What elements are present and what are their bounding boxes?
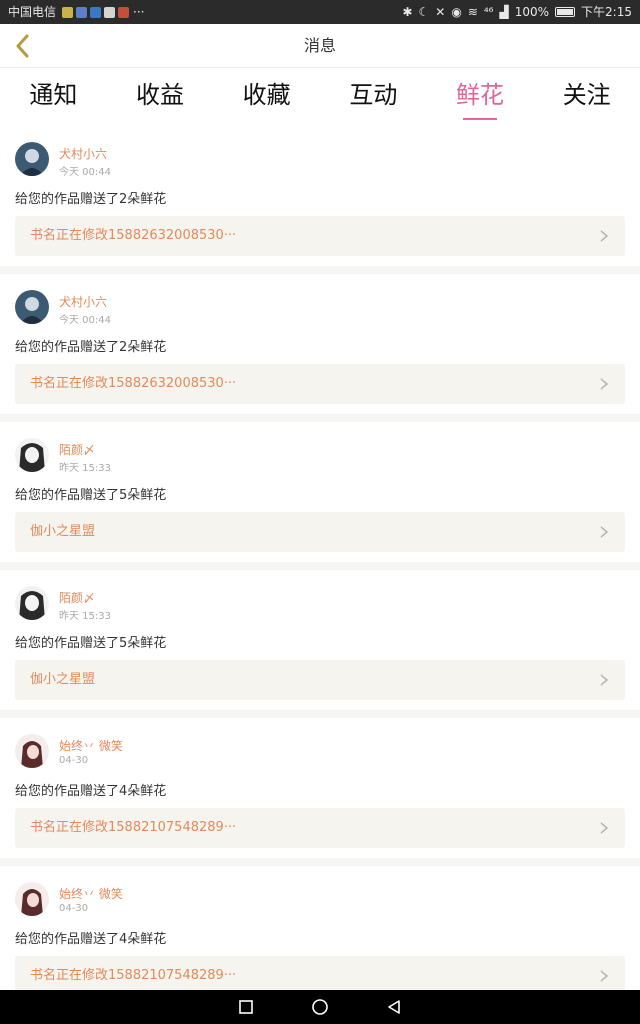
battery-percent: 100% bbox=[514, 5, 550, 19]
status-bar: 中国电信 ··· ✱ ☾ ✕ ◉ ≋ ⁴⁶ ▟ 100% 下午2:15 bbox=[0, 0, 640, 24]
chevron-right-icon bbox=[600, 230, 609, 242]
sender-name[interactable]: 犬村小六 bbox=[59, 145, 107, 162]
book-link[interactable]: 书名正在修改15882107548289··· bbox=[15, 808, 625, 848]
home-circle-icon[interactable] bbox=[310, 997, 330, 1017]
message-time: 04-30 bbox=[59, 903, 89, 914]
book-title: 伽小之星盟 bbox=[30, 672, 96, 687]
status-left: 中国电信 ··· bbox=[8, 0, 144, 24]
signal-icon: ▟ bbox=[499, 5, 509, 19]
message-time: 今天 00:44 bbox=[59, 167, 111, 178]
message-text: 给您的作品赠送了4朵鲜花 bbox=[15, 932, 167, 947]
chevron-right-icon bbox=[600, 378, 609, 390]
book-link[interactable]: 书名正在修改15882632008530··· bbox=[15, 364, 625, 404]
chevron-right-icon bbox=[600, 526, 609, 538]
book-title: 书名正在修改15882632008530··· bbox=[30, 228, 237, 243]
system-nav-bar bbox=[0, 990, 640, 1024]
tab-favorites[interactable]: 收藏 bbox=[213, 68, 320, 126]
top-header: 消息 bbox=[0, 24, 640, 68]
message-text: 给您的作品赠送了2朵鲜花 bbox=[15, 192, 167, 207]
avatar[interactable] bbox=[15, 438, 49, 472]
wifi-icon: ≋ bbox=[467, 5, 478, 19]
book-link[interactable]: 伽小之星盟 bbox=[15, 512, 625, 552]
message-list[interactable]: 犬村小六 今天 00:44 给您的作品赠送了2朵鲜花 书名正在修改1588263… bbox=[0, 126, 640, 990]
book-title: 书名正在修改15882107548289··· bbox=[30, 968, 237, 983]
message-time: 昨天 15:33 bbox=[59, 611, 111, 622]
sender-name[interactable]: 陌颜〆 bbox=[59, 589, 95, 606]
book-title: 书名正在修改15882107548289··· bbox=[30, 820, 237, 835]
signal-label: ⁴⁶ bbox=[483, 5, 494, 19]
eye-icon: ◉ bbox=[451, 5, 462, 19]
moon-icon: ☾ bbox=[418, 5, 430, 19]
app-icon bbox=[90, 6, 102, 18]
lightbulb-icon bbox=[62, 6, 74, 18]
battery-icon bbox=[555, 7, 576, 17]
book-title: 伽小之星盟 bbox=[30, 524, 96, 539]
tab-bar: 通知 收益 收藏 互动 鲜花 关注 bbox=[0, 68, 640, 126]
tab-interactions[interactable]: 互动 bbox=[320, 68, 427, 126]
tab-notifications[interactable]: 通知 bbox=[0, 68, 107, 126]
app-icon bbox=[118, 6, 130, 18]
avatar[interactable] bbox=[15, 882, 49, 916]
message-time: 昨天 15:33 bbox=[59, 463, 111, 474]
message-text: 给您的作品赠送了5朵鲜花 bbox=[15, 636, 167, 651]
mute-icon: ✕ bbox=[435, 5, 446, 19]
back-triangle-icon[interactable] bbox=[384, 997, 404, 1017]
chevron-right-icon bbox=[600, 674, 609, 686]
list-item: 犬村小六 今天 00:44 给您的作品赠送了2朵鲜花 书名正在修改1588263… bbox=[0, 126, 640, 266]
book-title: 书名正在修改15882632008530··· bbox=[30, 376, 237, 391]
status-right: ✱ ☾ ✕ ◉ ≋ ⁴⁶ ▟ 100% 下午2:15 bbox=[402, 0, 632, 24]
recent-square-icon[interactable] bbox=[236, 997, 256, 1017]
list-item: 始终丷 微笑 04-30 给您的作品赠送了4朵鲜花 书名正在修改15882107… bbox=[0, 866, 640, 990]
avatar[interactable] bbox=[15, 734, 49, 768]
sender-name[interactable]: 犬村小六 bbox=[59, 293, 107, 310]
list-item: 陌颜〆 昨天 15:33 给您的作品赠送了5朵鲜花 伽小之星盟 bbox=[0, 422, 640, 562]
message-time: 今天 00:44 bbox=[59, 315, 111, 326]
avatar[interactable] bbox=[15, 290, 49, 324]
list-item: 犬村小六 今天 00:44 给您的作品赠送了2朵鲜花 书名正在修改1588263… bbox=[0, 274, 640, 414]
avatar[interactable] bbox=[15, 142, 49, 176]
notification-icons bbox=[62, 6, 130, 18]
list-item: 陌颜〆 昨天 15:33 给您的作品赠送了5朵鲜花 伽小之星盟 bbox=[0, 570, 640, 710]
list-item: 始终丷 微笑 04-30 给您的作品赠送了4朵鲜花 书名正在修改15882107… bbox=[0, 718, 640, 858]
page-title: 消息 bbox=[303, 36, 336, 55]
sender-name[interactable]: 陌颜〆 bbox=[59, 441, 95, 458]
avatar[interactable] bbox=[15, 586, 49, 620]
app-icon bbox=[104, 6, 116, 18]
tab-flowers[interactable]: 鲜花 bbox=[427, 68, 534, 126]
sender-name[interactable]: 始终丷 微笑 bbox=[59, 737, 123, 754]
tab-earnings[interactable]: 收益 bbox=[107, 68, 214, 126]
book-link[interactable]: 书名正在修改15882107548289··· bbox=[15, 956, 625, 990]
message-text: 给您的作品赠送了2朵鲜花 bbox=[15, 340, 167, 355]
chevron-right-icon bbox=[600, 970, 609, 982]
message-text: 给您的作品赠送了4朵鲜花 bbox=[15, 784, 167, 799]
book-link[interactable]: 伽小之星盟 bbox=[15, 660, 625, 700]
carrier-label: 中国电信 bbox=[8, 5, 57, 19]
tab-follows[interactable]: 关注 bbox=[533, 68, 640, 126]
book-link[interactable]: 书名正在修改15882632008530··· bbox=[15, 216, 625, 256]
app-icon bbox=[76, 6, 88, 18]
clock: 下午2:15 bbox=[581, 5, 632, 19]
message-text: 给您的作品赠送了5朵鲜花 bbox=[15, 488, 167, 503]
message-time: 04-30 bbox=[59, 755, 89, 766]
chevron-right-icon bbox=[600, 822, 609, 834]
more-notifications: ··· bbox=[133, 5, 145, 19]
sender-name[interactable]: 始终丷 微笑 bbox=[59, 885, 123, 902]
bluetooth-icon: ✱ bbox=[402, 5, 413, 19]
